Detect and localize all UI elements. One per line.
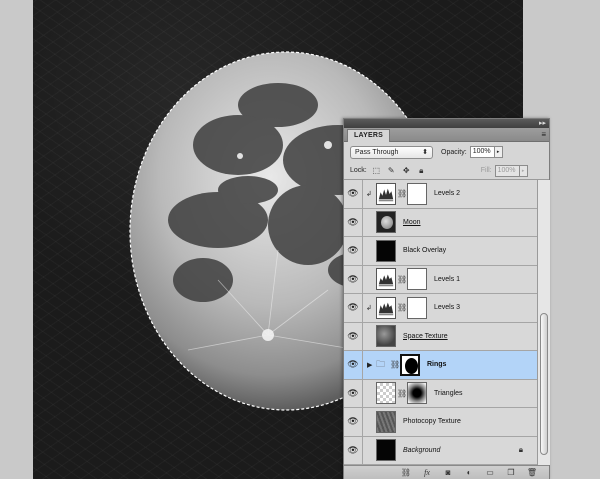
- lock-image-brush-icon[interactable]: ✎: [386, 165, 397, 176]
- moon-thumbnail: [376, 211, 396, 234]
- folder-icon: 🗀︎: [376, 358, 386, 369]
- chain-link-icon[interactable]: ⛓︎: [390, 360, 400, 369]
- eye-icon[interactable]: 👁︎: [344, 351, 363, 379]
- texture-thumbnail: [376, 410, 396, 433]
- chain-link-icon[interactable]: ⛓︎: [397, 189, 407, 198]
- layer-row-triangles[interactable]: 👁︎ ⛓︎ Triangles: [344, 379, 537, 408]
- lock-all-icon[interactable]: 🔒︎: [416, 165, 427, 176]
- layer-mask-thumbnail[interactable]: [407, 296, 427, 319]
- layer-row-rings[interactable]: 👁︎ ▶ 🗀︎ ⛓︎ Rings: [344, 351, 537, 380]
- layer-name: Black Overlay: [403, 247, 447, 255]
- add-mask-icon[interactable]: ◙: [442, 467, 454, 479]
- panel-menu-icon[interactable]: ≡: [541, 130, 546, 140]
- opacity-slider-toggle-icon[interactable]: ▸: [494, 146, 503, 158]
- layer-row-moon[interactable]: 👁︎ Moon: [344, 208, 537, 237]
- eye-icon[interactable]: 👁︎: [344, 322, 363, 350]
- layer-name: Levels 2: [434, 190, 461, 198]
- layer-row-space-texture[interactable]: 👁︎ Space Texture: [344, 322, 537, 351]
- eye-icon[interactable]: 👁︎: [344, 294, 363, 322]
- layer-row-levels-3[interactable]: 👁︎ ↲ ⛓︎ Levels 3: [344, 294, 537, 323]
- layer-row-background[interactable]: 👁︎ Background 🔒︎: [344, 436, 537, 465]
- opacity-label: Opacity:: [441, 148, 467, 156]
- lock-transparency-icon[interactable]: ⬚: [371, 165, 382, 176]
- layer-mask-thumbnail[interactable]: [407, 382, 427, 405]
- opacity-input[interactable]: 100%: [469, 146, 495, 158]
- eye-icon[interactable]: 👁︎: [344, 408, 363, 436]
- new-layer-icon[interactable]: ❐: [505, 467, 517, 479]
- dropdown-arrows-icon: ⬍: [422, 149, 428, 156]
- chain-link-icon[interactable]: ⛓︎: [397, 303, 407, 312]
- blend-mode-select[interactable]: Pass Through ⬍: [350, 145, 433, 159]
- chain-link-icon[interactable]: ⛓︎: [397, 389, 407, 398]
- eye-icon[interactable]: 👁︎: [344, 436, 363, 464]
- lock-fill-row: Lock: ⬚ ✎ ✥ 🔒︎ Fill: 100% ▸: [344, 162, 549, 180]
- expand-group-icon[interactable]: ▶: [367, 361, 376, 369]
- layer-mask-thumbnail[interactable]: [400, 353, 420, 376]
- texture-thumbnail: [376, 325, 396, 348]
- layer-mask-thumbnail[interactable]: [407, 182, 427, 205]
- background-thumbnail: [376, 439, 396, 462]
- layers-scrollbar[interactable]: [537, 180, 550, 465]
- layer-name: Background: [403, 446, 441, 454]
- eye-icon[interactable]: 👁︎: [344, 265, 363, 293]
- blend-mode-value: Pass Through: [355, 148, 399, 156]
- panel-tabbar: LAYERS ≡: [344, 128, 549, 142]
- blend-opacity-row: Pass Through ⬍ Opacity: 100% ▸: [344, 142, 549, 162]
- fill-label: Fill:: [480, 167, 492, 174]
- layers-panel: ▸▸ LAYERS ≡ Pass Through ⬍ Opacity: 100%…: [343, 118, 550, 479]
- eye-icon[interactable]: 👁︎: [344, 208, 363, 236]
- panel-titlebar[interactable]: ▸▸: [344, 119, 549, 128]
- link-layers-icon[interactable]: ⛓︎: [400, 467, 412, 479]
- layer-name: Rings: [427, 361, 447, 369]
- layer-row-levels-1[interactable]: 👁︎ ⛓︎ Levels 1: [344, 265, 537, 294]
- new-group-icon[interactable]: ▭: [484, 467, 496, 479]
- layer-mask-thumbnail[interactable]: [407, 268, 427, 291]
- layer-name: Levels 1: [434, 275, 461, 283]
- eye-icon[interactable]: 👁︎: [344, 379, 363, 407]
- adjustment-layer-icon[interactable]: ◐: [463, 467, 475, 479]
- layer-name: Space Texture: [403, 332, 448, 340]
- layer-row-black-overlay[interactable]: 👁︎ Black Overlay: [344, 237, 537, 266]
- panel-footer: ⛓︎ fx ◙ ◐ ▭ ❐ 🗑︎: [344, 465, 549, 479]
- eye-icon[interactable]: 👁︎: [344, 237, 363, 265]
- tab-layers[interactable]: LAYERS: [347, 129, 390, 142]
- layer-row-photocopy-texture[interactable]: 👁︎ Photocopy Texture: [344, 408, 537, 437]
- trash-icon[interactable]: 🗑︎: [526, 467, 538, 479]
- layer-row-levels-2[interactable]: 👁︎ ↲ ⛓︎ Levels 2: [344, 180, 537, 209]
- scrollbar-thumb[interactable]: [540, 313, 548, 455]
- clipping-arrow-icon: ↲: [366, 304, 372, 312]
- layer-name: Photocopy Texture: [403, 418, 461, 426]
- levels-adjustment-thumbnail: [376, 296, 396, 319]
- eye-icon[interactable]: 👁︎: [344, 180, 363, 208]
- collapse-panel-icon[interactable]: ▸▸: [539, 119, 546, 128]
- layers-list: 👁︎ ↲ ⛓︎ Levels 2 👁︎ Moon 👁︎ Black Overla…: [344, 180, 537, 465]
- lock-position-move-icon[interactable]: ✥: [401, 165, 412, 176]
- transparent-layer-thumbnail: [376, 382, 396, 405]
- lock-label: Lock:: [350, 167, 367, 174]
- fill-input[interactable]: 100%: [494, 164, 520, 177]
- levels-adjustment-thumbnail: [376, 268, 396, 291]
- layer-name: Levels 3: [434, 304, 461, 312]
- layer-name: Moon: [403, 218, 421, 226]
- levels-adjustment-thumbnail: [376, 182, 396, 205]
- layer-name: Triangles: [434, 389, 463, 397]
- chain-link-icon[interactable]: ⛓︎: [397, 275, 407, 284]
- fx-icon[interactable]: fx: [421, 467, 433, 479]
- black-fill-thumbnail: [376, 239, 396, 262]
- clipping-arrow-icon: ↲: [366, 190, 372, 198]
- fill-slider-toggle-icon[interactable]: ▸: [519, 164, 528, 177]
- lock-icon: 🔒︎: [518, 445, 523, 455]
